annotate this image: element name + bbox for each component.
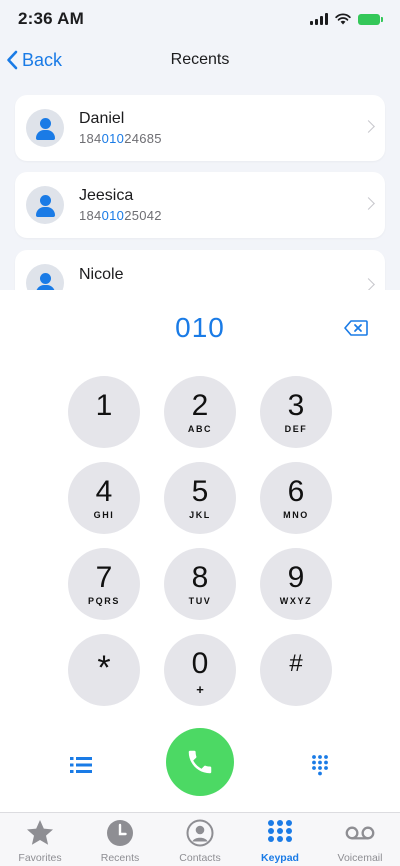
key-7[interactable]: 7 PQRS [68,548,140,620]
tab-contacts[interactable]: Contacts [160,813,240,866]
key-hash[interactable]: # [260,634,332,706]
chevron-right-icon [362,278,375,291]
person-icon [26,186,64,224]
status-bar: 2:36 AM [0,0,400,38]
contact-name: Nicole [79,266,124,283]
voicemail-icon [345,818,375,848]
keypad-sheet: 010 1 2 ABC 3 DEF 4 GHI 5 JKL 6 MNO 7 PQRS 8 TU… [0,290,400,812]
tab-bar: Favorites Recents Contacts Keypad Voicem… [0,812,400,866]
key-1[interactable]: 1 [68,376,140,448]
key-6[interactable]: 6 MNO [260,462,332,534]
backspace-icon[interactable] [344,320,368,336]
nav-bar: Back Recents [0,40,400,80]
key-5[interactable]: 5 JKL [164,462,236,534]
chevron-right-icon [362,197,375,210]
tab-recents[interactable]: Recents [80,813,160,866]
key-star[interactable]: * [68,634,140,706]
star-icon [25,818,55,848]
contact-number: 18401024685 [79,131,162,146]
dialed-number: 010 [175,312,225,343]
tab-favorites[interactable]: Favorites [0,813,80,866]
contact-name: Daniel [79,110,125,127]
battery-icon [358,13,383,25]
list-icon[interactable] [68,754,96,776]
status-icons [310,13,383,25]
clock-icon [105,818,135,848]
contact-number: 18401025042 [79,208,162,223]
recent-contact-jeesica[interactable]: Jeesica 18401025042 [15,172,385,238]
phone-icon [188,750,212,774]
recent-contact-daniel[interactable]: Daniel 18401024685 [15,95,385,161]
key-3[interactable]: 3 DEF [260,376,332,448]
back-label: Back [22,49,63,70]
key-2[interactable]: 2 ABC [164,376,236,448]
wifi-icon [335,13,351,25]
contact-icon [185,818,215,848]
dial-grid-icon[interactable] [306,754,334,776]
status-time: 2:36 AM [18,9,84,28]
page-title: Recents [170,51,230,68]
key-0[interactable]: 0 + [164,634,236,706]
cellular-signal-icon [310,13,328,25]
key-4[interactable]: 4 GHI [68,462,140,534]
person-icon [26,109,64,147]
chevron-right-icon [362,120,375,133]
contact-name: Jeesica [79,187,134,204]
call-button[interactable] [166,728,234,796]
key-8[interactable]: 8 TUV [164,548,236,620]
tab-voicemail[interactable]: Voicemail [320,813,400,866]
keypad-icon [265,818,295,848]
back-button[interactable]: Back [6,46,62,74]
key-9[interactable]: 9 WXYZ [260,548,332,620]
chevron-left-icon [7,50,18,70]
tab-keypad[interactable]: Keypad [240,813,320,866]
